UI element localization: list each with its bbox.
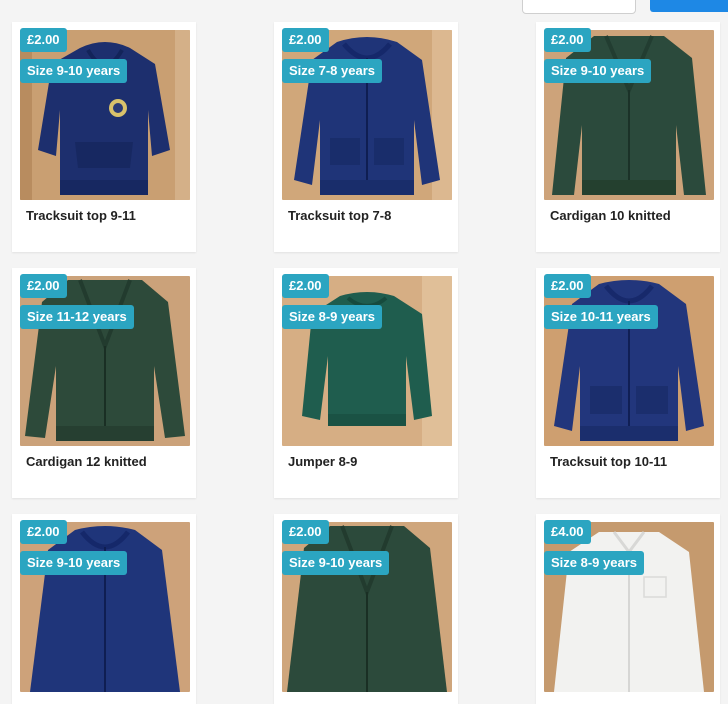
size-badge: Size 9-10 years (20, 59, 128, 83)
hoodie-navy-zip-image (20, 522, 190, 692)
price-badge: £2.00 (282, 520, 329, 544)
size-badge: Size 8-9 years (544, 551, 645, 575)
price-badge: £2.00 (282, 274, 329, 298)
price-badge: £4.00 (544, 520, 591, 544)
size-badge: Size 9-10 years (544, 59, 652, 83)
jumper-green-image (282, 276, 452, 446)
cardigan-green-image (20, 276, 190, 446)
hoodie-navy-badge-image (20, 30, 190, 200)
shirt-white-image (544, 522, 714, 692)
listing-card[interactable]: £2.00 Size 9-10 years Cardigan 10 knitte… (536, 22, 720, 252)
size-badge: Size 8-9 years (282, 305, 383, 329)
listing-card[interactable]: £2.00 Size 9-10 years Tracksuit top 9-11 (12, 22, 196, 252)
listing-card[interactable]: £2.00 Size 9-10 years (12, 514, 196, 704)
listing-card[interactable]: £4.00 Size 8-9 years (536, 514, 720, 704)
listing-title[interactable]: Cardigan 10 knitted (550, 208, 671, 223)
listing-title[interactable]: Tracksuit top 10-11 (550, 454, 667, 469)
price-badge: £2.00 (544, 28, 591, 52)
size-badge: Size 10-11 years (544, 305, 658, 329)
cardigan-green-image (544, 30, 714, 200)
listing-title[interactable]: Cardigan 12 knitted (26, 454, 147, 469)
price-badge: £2.00 (20, 28, 67, 52)
hoodie-navy-zip-image (282, 30, 452, 200)
top-action-button[interactable] (650, 0, 728, 12)
listing-card[interactable]: £2.00 Size 10-11 years Tracksuit top 10-… (536, 268, 720, 498)
size-badge: Size 9-10 years (282, 551, 390, 575)
listing-card[interactable]: £2.00 Size 8-9 years Jumper 8-9 (274, 268, 458, 498)
price-badge: £2.00 (20, 274, 67, 298)
top-bar (0, 0, 728, 14)
listing-card[interactable]: £2.00 Size 9-10 years (274, 514, 458, 704)
price-badge: £2.00 (282, 28, 329, 52)
listing-title[interactable]: Tracksuit top 7-8 (288, 208, 391, 223)
hoodie-navy-zip-image (544, 276, 714, 446)
price-badge: £2.00 (544, 274, 591, 298)
listing-card[interactable]: £2.00 Size 11-12 years Cardigan 12 knitt… (12, 268, 196, 498)
size-badge: Size 9-10 years (20, 551, 128, 575)
listing-card[interactable]: £2.00 Size 7-8 years Tracksuit top 7-8 (274, 22, 458, 252)
cardigan-green-image (282, 522, 452, 692)
top-search-field[interactable] (522, 0, 636, 14)
size-badge: Size 7-8 years (282, 59, 383, 83)
price-badge: £2.00 (20, 520, 67, 544)
size-badge: Size 11-12 years (20, 305, 134, 329)
listing-title[interactable]: Tracksuit top 9-11 (26, 208, 136, 223)
listing-title[interactable]: Jumper 8-9 (288, 454, 357, 469)
